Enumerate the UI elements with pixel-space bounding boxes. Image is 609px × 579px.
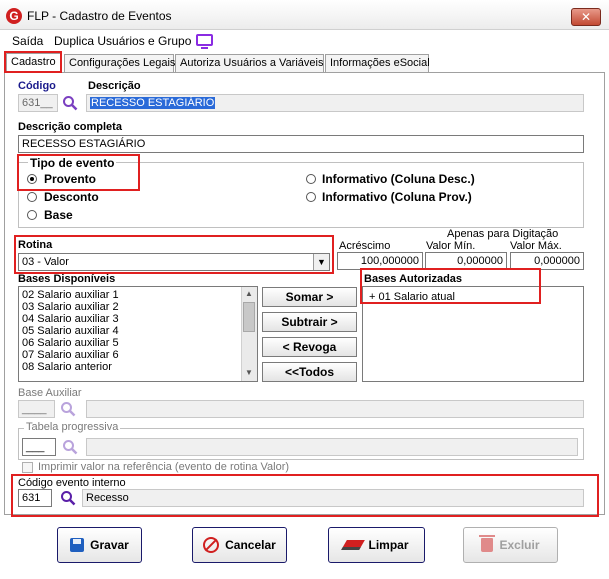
scroll-down-icon[interactable]: ▼ [241,368,257,377]
list-item[interactable]: 04 Salario auxiliar 3 [19,313,257,325]
monitor-icon[interactable] [196,34,213,49]
gravar-label: Gravar [90,538,129,552]
radio-provento[interactable] [27,174,37,184]
search-icon[interactable] [60,490,76,506]
radio-base[interactable] [27,210,37,220]
eraser-icon [341,540,366,550]
tipo-evento-label: Tipo de evento [28,156,117,170]
imprimir-checkbox[interactable] [22,462,33,473]
floppy-disk-icon [70,538,85,552]
tabela-progressiva-label: Tabela progressiva [24,421,121,433]
list-item[interactable]: 08 Salario anterior [19,361,257,373]
codigo-interno-label: Código evento interno [18,477,126,489]
acrescimo-label: Acréscimo [339,240,391,252]
chevron-down-icon[interactable]: ▼ [313,254,329,270]
tabela-progressiva-field[interactable]: ___ [22,438,56,456]
descricao-label: Descrição [88,80,141,92]
base-auxiliar-field[interactable]: ____ [18,400,55,418]
rotina-select[interactable]: 03 - Valor [18,253,330,271]
cancelar-label: Cancelar [225,538,276,552]
cancel-icon [203,537,220,553]
limpar-button[interactable]: Limpar [328,527,425,563]
scroll-thumb[interactable] [243,302,255,332]
radio-informativo-prov[interactable] [306,192,316,202]
radio-desconto[interactable] [27,192,37,202]
descricao-selected-text: RECESSO ESTAGIÁRIO [90,97,216,109]
menu-saida[interactable]: Saída [12,34,43,48]
bases-autorizadas-label: Bases Autorizadas [364,273,463,285]
tab-autoriza-usuarios[interactable]: Autoriza Usuários a Variáveis [175,54,324,72]
list-item[interactable]: 02 Salario auxiliar 1 [19,289,257,301]
rotina-selected-value: 03 - Valor [22,256,69,268]
list-item[interactable]: 06 Salario auxiliar 5 [19,337,257,349]
valor-max-label: Valor Máx. [510,240,562,252]
app-logo-icon: G [6,8,22,24]
excluir-button: Excluir [463,527,558,563]
tab-configuracoes-legais[interactable]: Configurações Legais [64,54,175,72]
rotina-label: Rotina [18,239,53,251]
radio-desconto-label: Desconto [44,190,99,204]
close-button[interactable]: ✕ [571,8,601,26]
list-item[interactable]: 03 Salario auxiliar 2 [19,301,257,313]
descricao-completa-field[interactable]: RECESSO ESTAGIÁRIO [18,135,584,153]
imprimir-label: Imprimir valor na referência (evento de … [38,461,290,473]
codigo-interno-desc-field: Recesso [82,489,584,507]
gravar-button[interactable]: Gravar [57,527,142,563]
radio-informativo-prov-label: Informativo (Coluna Prov.) [322,190,472,204]
list-item[interactable]: 05 Salario auxiliar 4 [19,325,257,337]
tab-informacoes-esocial[interactable]: Informações eSocial [325,54,430,72]
revoga-button[interactable]: < Revoga [262,337,357,357]
window-title: FLP - Cadastro de Eventos [27,9,172,23]
valor-min-label: Valor Mín. [426,240,476,252]
codigo-label: Código [18,80,56,92]
codigo-interno-field[interactable]: 631 [18,489,52,507]
apenas-digitacao-label: Apenas para Digitação [447,228,559,240]
descricao-completa-label: Descrição completa [18,121,122,133]
base-auxiliar-desc-field [86,400,584,418]
limpar-label: Limpar [368,538,409,552]
radio-informativo-desc-label: Informativo (Coluna Desc.) [322,172,475,186]
search-icon[interactable] [62,95,78,111]
codigo-field[interactable]: 631__ [18,94,58,112]
bases-disponiveis-list[interactable]: 02 Salario auxiliar 1 03 Salario auxilia… [18,286,258,382]
somar-button[interactable]: Somar > [262,287,357,307]
base-auxiliar-label: Base Auxiliar [18,387,82,399]
excluir-label: Excluir [499,538,540,552]
cancelar-button[interactable]: Cancelar [192,527,287,563]
subtrair-button[interactable]: Subtrair > [262,312,357,332]
scroll-up-icon[interactable]: ▲ [241,289,257,298]
radio-provento-label: Provento [44,172,97,186]
list-item[interactable]: 07 Salario auxiliar 6 [19,349,257,361]
descricao-field[interactable]: RECESSO ESTAGIÁRIO [86,94,584,112]
bases-disponiveis-label: Bases Disponíveis [18,273,116,285]
radio-informativo-desc[interactable] [306,174,316,184]
search-icon[interactable] [62,439,78,455]
trash-icon [479,535,496,552]
radio-base-label: Base [44,208,73,222]
todos-button[interactable]: <<Todos [262,362,357,382]
search-icon[interactable] [60,401,76,417]
highlight-tab-cadastro [4,51,62,73]
tabela-progressiva-desc-field [86,438,578,456]
menu-duplica-usuarios[interactable]: Duplica Usuários e Grupo [54,34,191,48]
